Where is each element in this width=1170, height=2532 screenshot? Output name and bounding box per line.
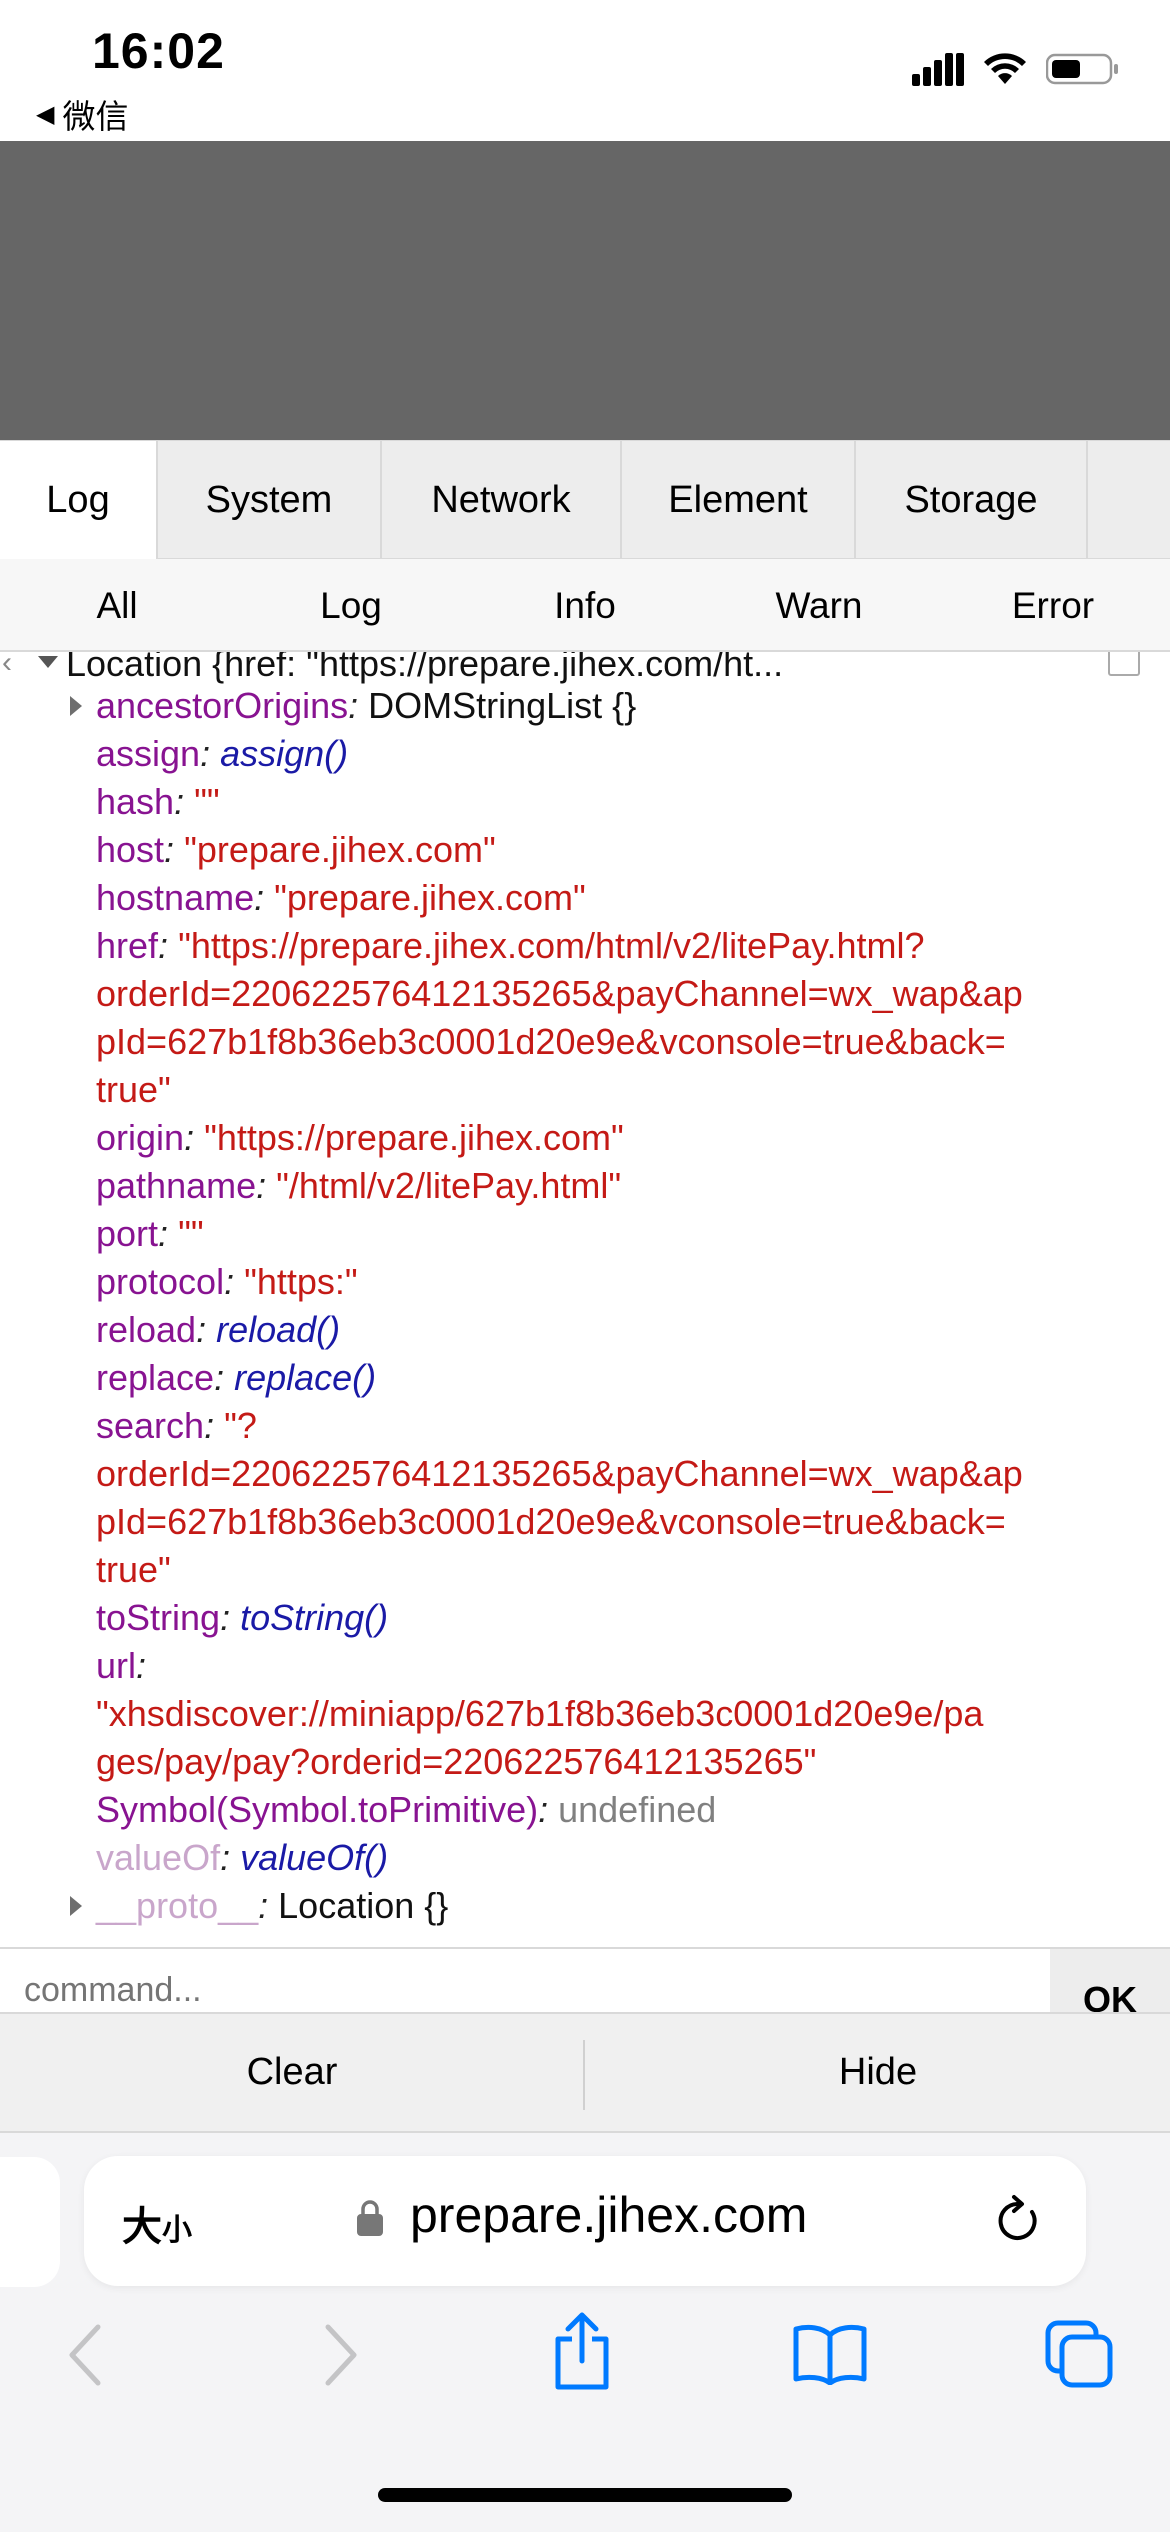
filter-warn[interactable]: Warn — [702, 559, 936, 652]
prop-href-cont: true" — [96, 1069, 171, 1110]
tabs-icon[interactable] — [1044, 2319, 1114, 2389]
filter-all[interactable]: All — [0, 559, 234, 652]
command-row: OK — [0, 1947, 1170, 2012]
browser-bottom-bar: 大小 prepare.jihex.com — [0, 2133, 1170, 2532]
vconsole-tabbar: Log System Network Element Storage — [0, 440, 1170, 559]
text-size-button[interactable]: 大小 — [122, 2194, 192, 2252]
prop-ancestororigins[interactable]: ancestorOrigins: DOMStringList {} — [96, 682, 636, 730]
log-output[interactable]: ‹ Location {href: "https://prepare.jihex… — [0, 652, 1170, 1947]
console-actions: Clear Hide — [0, 2012, 1170, 2133]
tab-system[interactable]: System — [158, 441, 382, 559]
address-bar[interactable]: 大小 prepare.jihex.com — [84, 2156, 1086, 2286]
prop-hash: hash: "" — [96, 781, 220, 822]
collapse-arrow-icon[interactable] — [38, 656, 58, 668]
status-time: 16:02 — [92, 23, 225, 79]
text-size-small-label: 小 — [162, 2214, 192, 2247]
command-input[interactable] — [24, 1971, 1024, 2010]
prop-search-cont: orderId=220622576412135265&payChannel=wx… — [96, 1453, 1023, 1494]
cellular-signal-icon — [912, 53, 964, 86]
prop-search-cont: true" — [96, 1549, 171, 1590]
bookmarks-icon[interactable] — [792, 2323, 868, 2385]
battery-icon — [1046, 53, 1118, 85]
status-bar: 16:02 ◀ 微信 — [0, 0, 1170, 141]
prop-proto[interactable]: __proto__: Location {} — [96, 1882, 448, 1930]
prop-host: host: "prepare.jihex.com" — [96, 829, 496, 870]
prop-href-cont: orderId=220622576412135265&payChannel=wx… — [96, 973, 1023, 1014]
prop-href-cont: pId=627b1f8b36eb3c0001d20e9e&vconsole=tr… — [96, 1021, 1006, 1062]
back-app-label: 微信 — [62, 98, 129, 135]
prop-url: url: — [96, 1645, 147, 1686]
prop-tostring: toString: toString() — [96, 1597, 389, 1638]
lock-icon — [357, 2200, 383, 2236]
page-overlay-area[interactable] — [0, 141, 1170, 440]
expand-arrow-icon[interactable] — [70, 1896, 82, 1916]
back-to-app-button[interactable]: ◀ 微信 — [36, 90, 128, 138]
prop-hostname: hostname: "prepare.jihex.com" — [96, 877, 586, 918]
prop-valueof: valueOf: valueOf() — [96, 1837, 389, 1878]
prop-url-cont: ges/pay/pay?orderid=220622576412135265" — [96, 1741, 817, 1782]
reload-icon[interactable] — [994, 2194, 1044, 2248]
log-line-marker: ‹ — [2, 652, 12, 679]
prop-assign: assign: assign() — [96, 733, 349, 774]
ok-button[interactable]: OK — [1050, 1949, 1170, 2012]
wifi-icon — [984, 53, 1026, 84]
prop-reload: reload: reload() — [96, 1309, 341, 1350]
status-icons — [912, 52, 1120, 86]
previous-tab-card[interactable] — [0, 2157, 60, 2287]
hide-button[interactable]: Hide — [586, 2014, 1170, 2131]
copy-icon[interactable] — [1108, 652, 1140, 676]
filter-log[interactable]: Log — [234, 559, 468, 652]
clear-button[interactable]: Clear — [0, 2014, 584, 2131]
expand-arrow-icon[interactable] — [70, 696, 82, 716]
tab-log[interactable]: Log — [0, 441, 158, 559]
divider — [583, 2040, 585, 2110]
back-icon[interactable] — [66, 2323, 106, 2387]
prop-replace: replace: replace() — [96, 1357, 377, 1398]
prop-protocol: protocol: "https:" — [96, 1261, 358, 1302]
back-triangle-icon: ◀ — [36, 100, 55, 128]
prop-symbol-toprimitive: Symbol(Symbol.toPrimitive): undefined — [96, 1789, 717, 1830]
filter-error[interactable]: Error — [936, 559, 1170, 652]
share-icon[interactable] — [550, 2311, 614, 2391]
prop-pathname: pathname: "/html/v2/litePay.html" — [96, 1165, 622, 1206]
tab-network[interactable]: Network — [382, 441, 622, 559]
prop-url-cont: "xhsdiscover://miniapp/627b1f8b36eb3c000… — [96, 1693, 984, 1734]
prop-origin: origin: "https://prepare.jihex.com" — [96, 1117, 624, 1158]
prop-search-cont: pId=627b1f8b36eb3c0001d20e9e&vconsole=tr… — [96, 1501, 1006, 1542]
tab-element[interactable]: Element — [622, 441, 856, 559]
filter-info[interactable]: Info — [468, 559, 702, 652]
prop-href: href: "https://prepare.jihex.com/html/v2… — [96, 925, 925, 966]
forward-icon[interactable] — [320, 2323, 360, 2387]
home-indicator — [378, 2488, 792, 2502]
prop-port: port: "" — [96, 1213, 204, 1254]
prop-search: search: "? — [96, 1405, 257, 1446]
url-text[interactable]: prepare.jihex.com — [410, 2186, 807, 2244]
log-filter-bar: All Log Info Warn Error — [0, 559, 1170, 652]
text-size-big-label: 大 — [122, 2205, 162, 2249]
tab-storage[interactable]: Storage — [856, 441, 1088, 559]
